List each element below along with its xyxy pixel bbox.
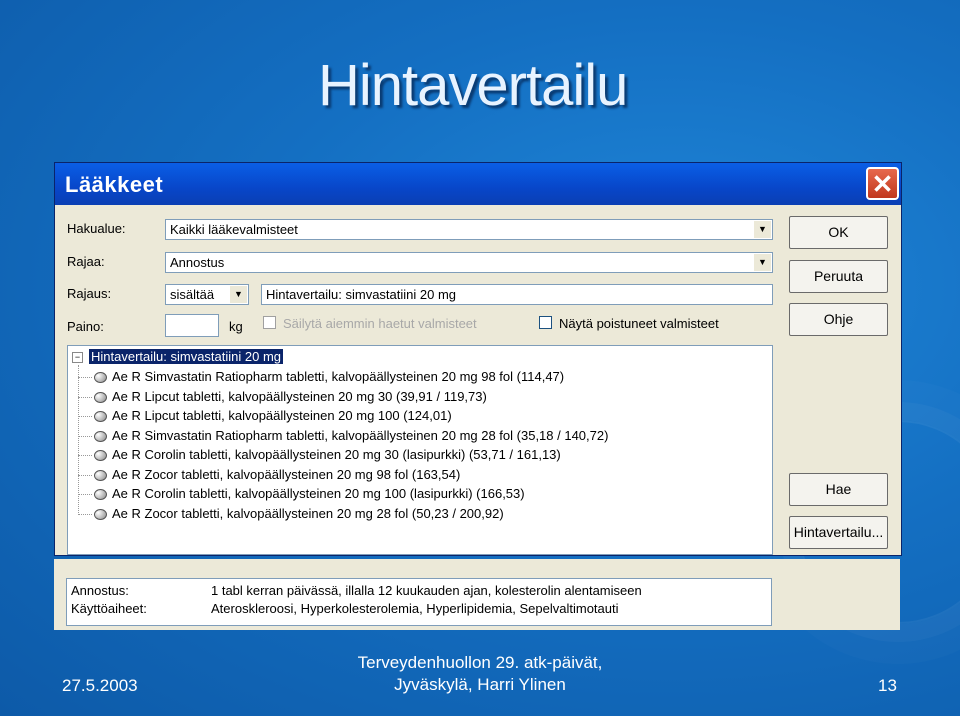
chevron-down-icon[interactable]: ▼ [230,286,247,303]
pill-icon [94,489,107,501]
tree-item[interactable]: Ae R Simvastatin Ratiopharm tabletti, ka… [78,369,564,384]
pill-icon [94,509,107,521]
chevron-down-icon[interactable]: ▼ [754,221,771,238]
paino-label: Paino: [67,319,104,334]
collapse-icon[interactable]: − [72,352,83,364]
pill-icon [94,450,107,462]
info-panel: Annostus: 1 tabl kerran päivässä, illall… [66,578,772,626]
footer-line-1: Terveydenhuollon 29. atk-päivät, [357,653,603,672]
paino-input[interactable] [165,314,219,337]
pill-icon [94,372,107,384]
tree-item[interactable]: Ae R Corolin tabletti, kalvopäällysteine… [78,447,561,462]
chevron-down-icon[interactable]: ▼ [754,254,771,271]
pill-icon [94,392,107,404]
rajaa-label: Rajaa: [67,254,105,269]
ok-button[interactable]: OK [789,216,888,249]
annostus-value: 1 tabl kerran päivässä, illalla 12 kuuka… [211,583,642,598]
info-area: Annostus: 1 tabl kerran päivässä, illall… [54,559,900,630]
annostus-label: Annostus: [71,583,129,598]
pill-icon [94,470,107,482]
hakualue-label: Hakualue: [67,221,126,236]
rajaa-value: Annostus [170,255,225,270]
results-tree: − Hintavertailu: simvastatiini 20 mg Ae R… [67,345,773,555]
cancel-button[interactable]: Peruuta [789,260,888,293]
close-button[interactable]: ✕ [866,167,899,200]
footer-center: Terveydenhuollon 29. atk-päivät, Jyväsky… [330,652,630,696]
rajaus-mode-select[interactable]: sisältää ▼ [165,284,249,305]
hakualue-select[interactable]: Kaikki lääkevalmisteet ▼ [165,219,773,240]
footer-date: 27.5.2003 [62,676,138,695]
slide-title: Hintavertailu [318,53,628,118]
show-discontinued-label: Näytä poistuneet valmisteet [559,316,719,331]
hakualue-value: Kaikki lääkevalmisteet [170,222,298,237]
tree-item[interactable]: Ae R Zocor tabletti, kalvopäällysteinen … [78,467,460,482]
keep-previous-checkbox[interactable] [263,316,276,329]
tree-item[interactable]: Ae R Simvastatin Ratiopharm tabletti, ka… [78,428,608,443]
tree-root[interactable]: − Hintavertailu: simvastatiini 20 mg [72,349,284,364]
tree-item[interactable]: Ae R Lipcut tabletti, kalvopäällysteinen… [78,389,487,404]
show-discontinued-checkbox[interactable] [539,316,552,329]
help-button[interactable]: Ohje [789,303,888,336]
tree-item[interactable]: Ae R Corolin tabletti, kalvopäällysteine… [78,486,525,501]
pill-icon [94,411,107,423]
dialog-titlebar: Lääkkeet ✕ [55,163,901,205]
paino-unit: kg [229,319,243,334]
rajaus-text-input[interactable]: Hintavertailu: simvastatiini 20 mg [261,284,773,305]
dialog-screenshot: Lääkkeet ✕ Hakualue: Kaikki lääkevalmist… [54,162,902,630]
kayttoaiheet-label: Käyttöaiheet: [71,601,147,616]
tree-item[interactable]: Ae R Zocor tabletti, kalvopäällysteinen … [78,506,504,521]
dialog-title: Lääkkeet [65,172,164,197]
pill-icon [94,431,107,443]
page-number: 13 [878,676,897,695]
tree-root-label: Hintavertailu: simvastatiini 20 mg [89,349,284,364]
rajaa-select[interactable]: Annostus ▼ [165,252,773,273]
footer-line-2: Jyväskylä, Harri Ylinen [394,675,566,694]
price-compare-button[interactable]: Hintavertailu... [789,516,888,549]
search-button[interactable]: Hae [789,473,888,506]
rajaus-mode-value: sisältää [170,287,215,302]
keep-previous-label: Säilytä aiemmin haetut valmisteet [283,316,477,331]
rajaus-label: Rajaus: [67,286,112,301]
medicines-dialog: Lääkkeet ✕ Hakualue: Kaikki lääkevalmist… [54,162,902,556]
kayttoaiheet-value: Ateroskleroosi, Hyperkolesterolemia, Hyp… [211,601,619,616]
tree-item[interactable]: Ae R Lipcut tabletti, kalvopäällysteinen… [78,408,452,423]
rajaus-text-value: Hintavertailu: simvastatiini 20 mg [266,287,457,302]
